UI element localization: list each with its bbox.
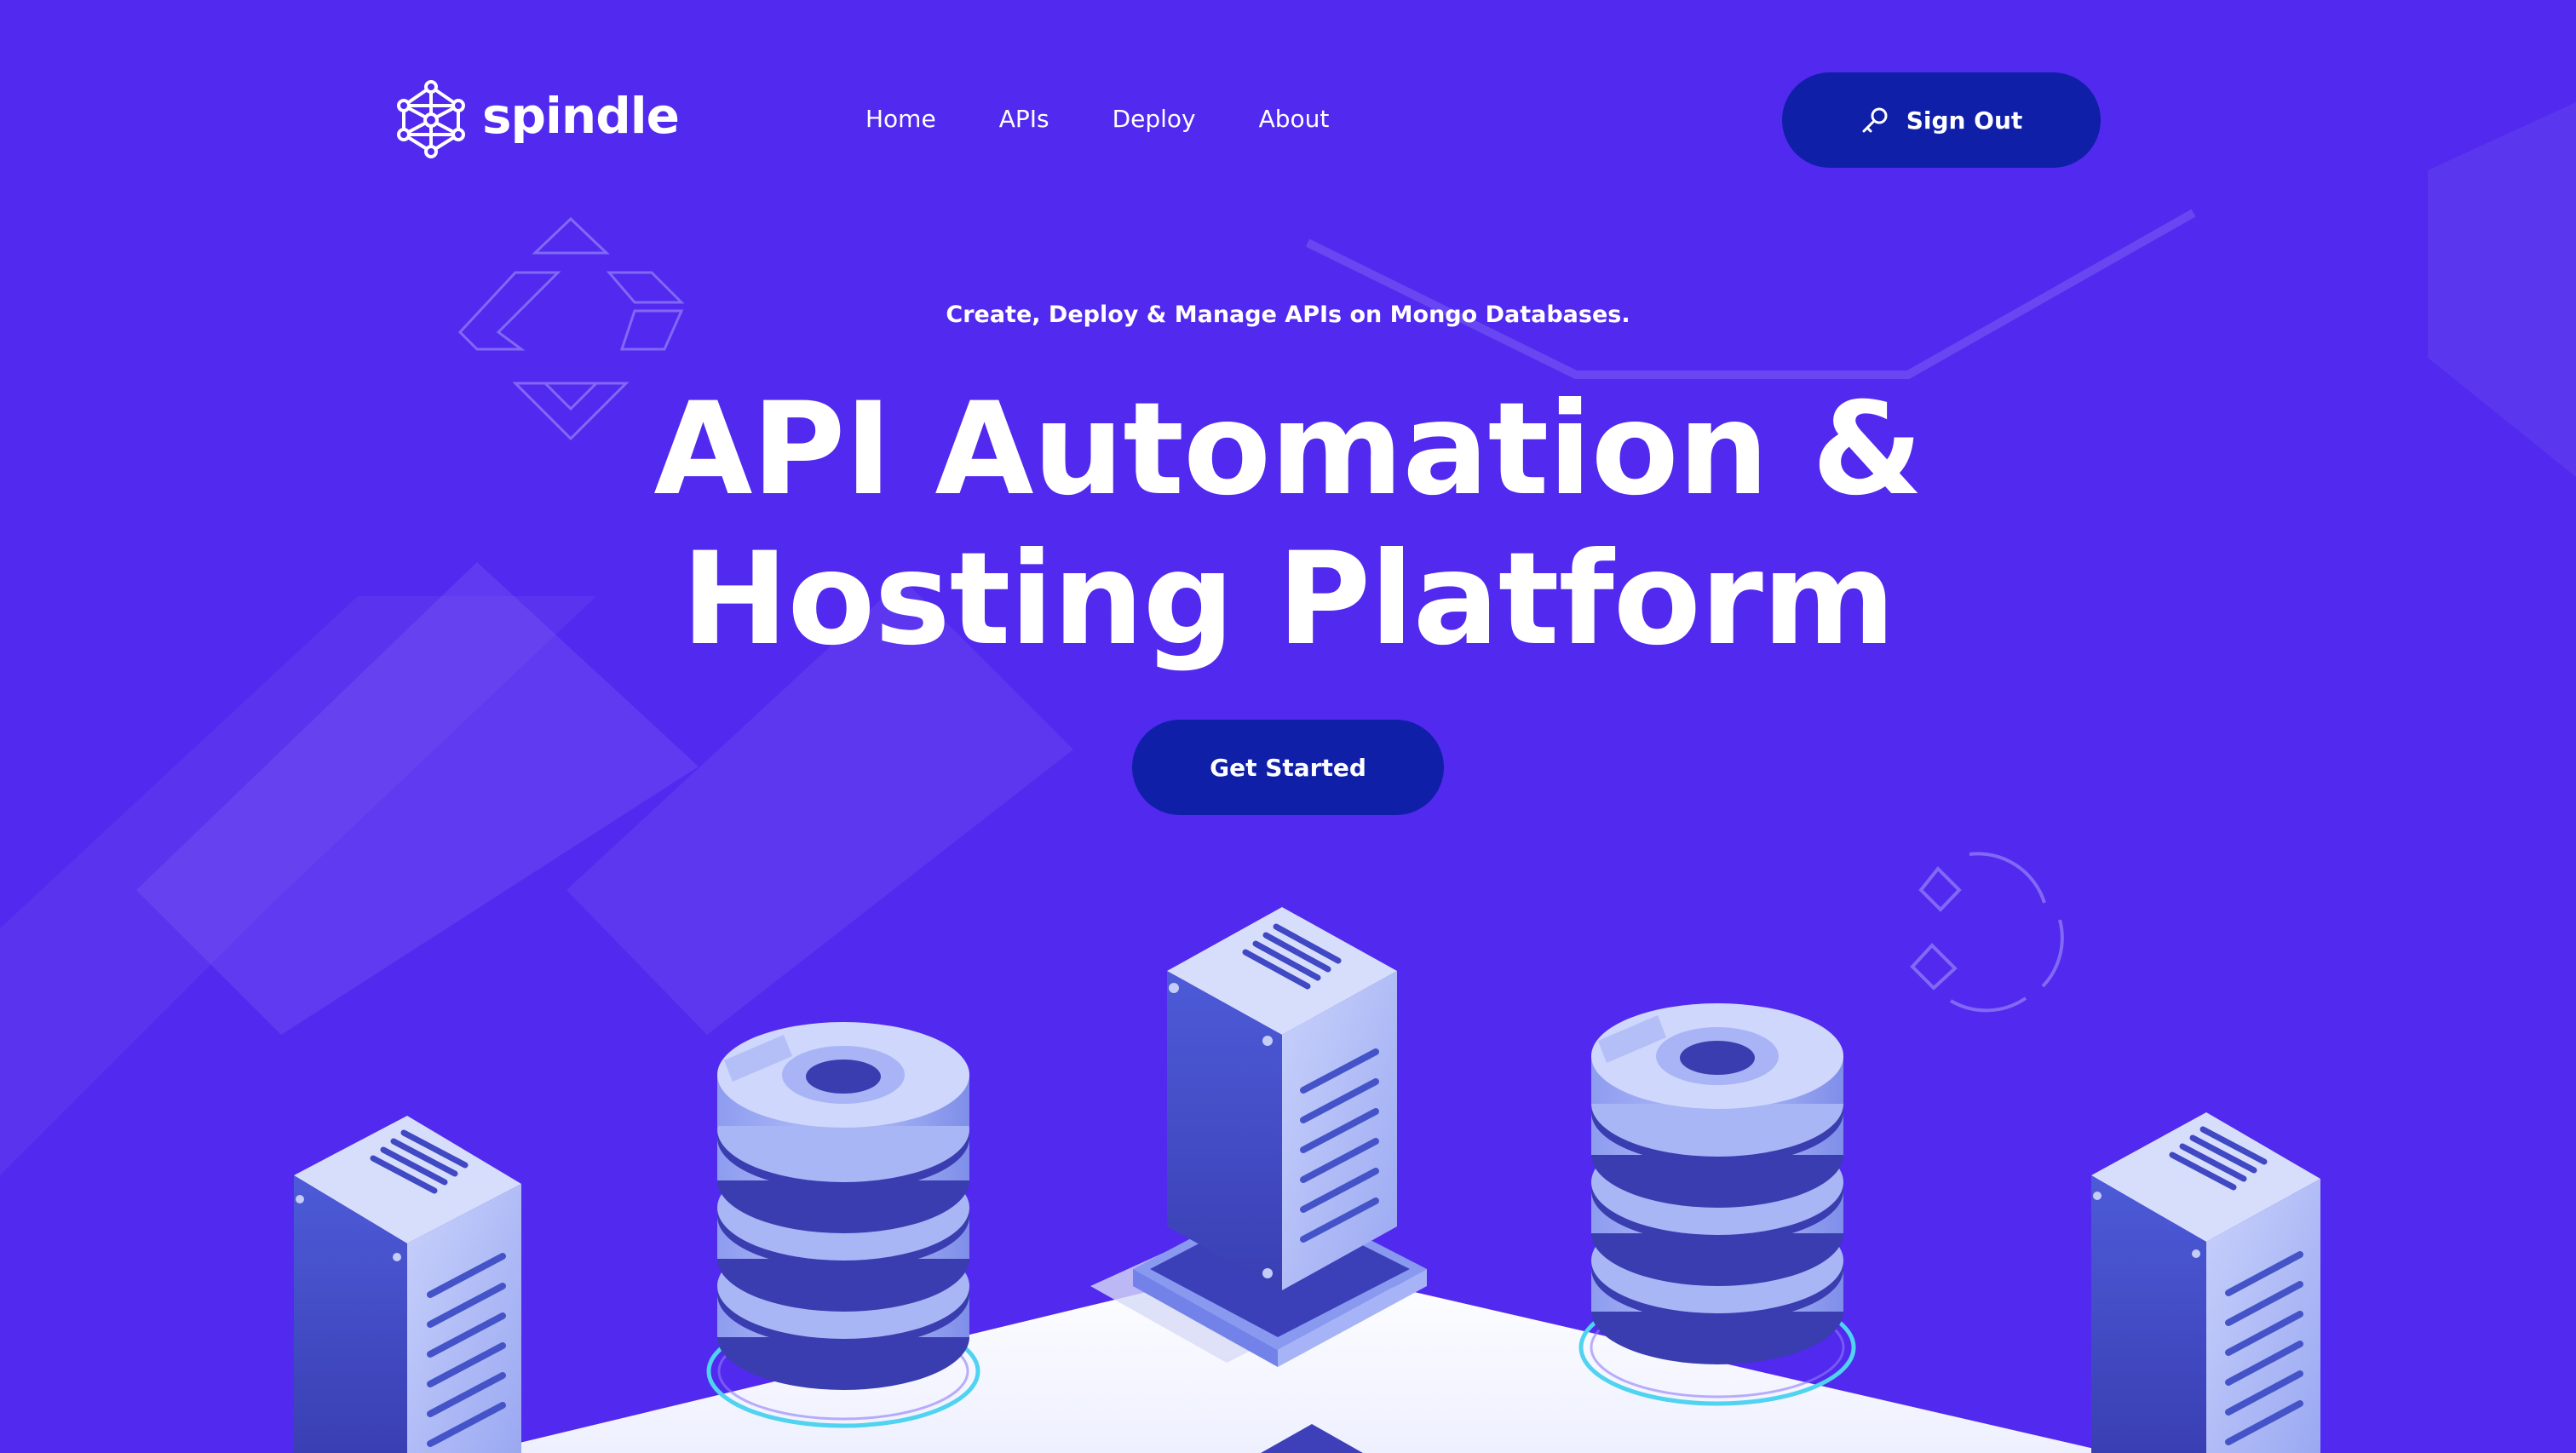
get-started-button[interactable]: Get Started: [1132, 720, 1444, 815]
sign-out-label: Sign Out: [1906, 106, 2023, 135]
hero-headline: API Automation & Hosting Platform: [0, 375, 2576, 675]
brand-name: spindle: [482, 87, 680, 145]
brand-logo[interactable]: spindle: [394, 78, 680, 160]
nav-deploy-link[interactable]: Deploy: [1113, 101, 1196, 138]
server-illustration: [294, 907, 2320, 1453]
hero-subtitle: Create, Deploy & Manage APIs on Mongo Da…: [946, 302, 1630, 328]
server-tower-center: [1133, 907, 1427, 1367]
headline-line-1: API Automation &: [653, 376, 1923, 524]
server-tower-left: [294, 1116, 521, 1453]
hero-section: spindle Home APIs Deploy About Sign Out …: [0, 0, 2576, 1453]
database-stack-right: [1578, 1003, 1856, 1406]
main-nav: Home APIs Deploy About: [865, 101, 1392, 138]
key-icon: [1862, 107, 1888, 133]
molecule-network-icon: [397, 80, 465, 158]
server-tower-right: [2091, 1112, 2320, 1453]
headline-line-2: Hosting Platform: [681, 525, 1895, 674]
nav-about-link[interactable]: About: [1259, 101, 1330, 138]
nav-apis-link[interactable]: APIs: [999, 101, 1049, 138]
database-stack-left: [706, 1022, 980, 1428]
sign-out-button[interactable]: Sign Out: [1782, 72, 2101, 168]
nav-home-link[interactable]: Home: [865, 101, 936, 138]
